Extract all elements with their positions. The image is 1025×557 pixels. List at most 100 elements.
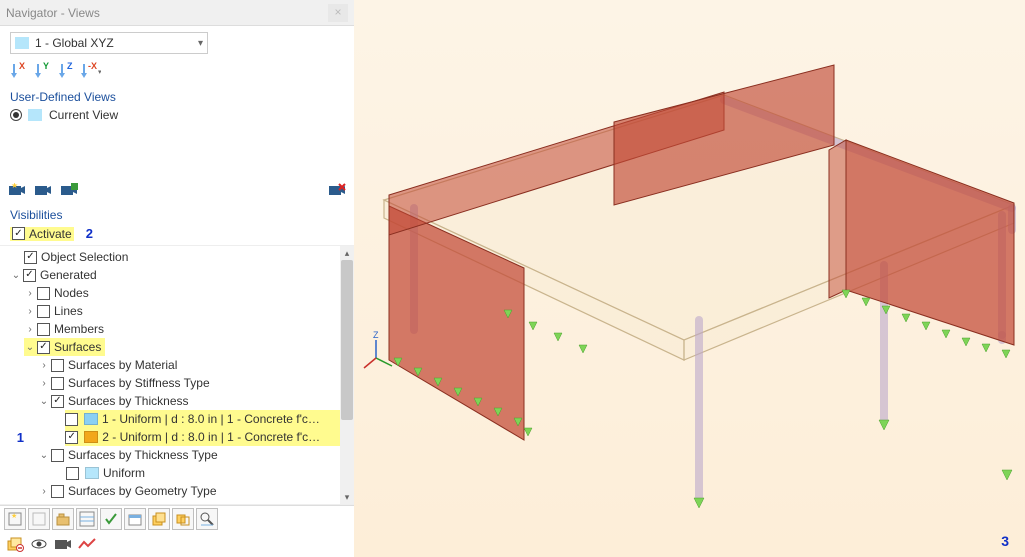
visibilities-header: Visibilities [0, 204, 354, 224]
axis-toolbar: X Y Z -X▾ [0, 58, 354, 86]
bottom-tab-toolbar [0, 531, 354, 557]
collapse-icon[interactable]: ⌄ [10, 269, 22, 281]
svg-text:Z: Z [373, 330, 379, 340]
camera-toolbar: ★ [0, 178, 354, 204]
camera-button[interactable] [32, 180, 54, 200]
chevron-down-icon: ▾ [198, 38, 203, 49]
checkbox[interactable] [51, 395, 64, 408]
scroll-down-icon[interactable]: ▾ [340, 490, 354, 504]
collapse-icon[interactable]: ⌄ [38, 395, 50, 407]
activate-checkbox[interactable] [12, 227, 25, 240]
tool-button-2[interactable] [28, 508, 50, 530]
tree-object-selection[interactable]: Object Selection [10, 248, 340, 266]
model-viewport[interactable]: Z 3 [354, 0, 1025, 557]
tree-thickness-2[interactable]: 1 2 - Uniform | d : 8.0 in | 1 - Concret… [10, 428, 340, 446]
color-swatch-icon [84, 431, 98, 443]
tool-button-4[interactable] [76, 508, 98, 530]
tree-scrollbar[interactable]: ▴ ▾ [340, 246, 354, 504]
tree-generated[interactable]: ⌄ Generated [10, 266, 340, 284]
visibility-tree: Object Selection ⌄ Generated › Nodes › [0, 246, 340, 504]
tree-thickness-1[interactable]: 1 - Uniform | d : 8.0 in | 1 - Concrete … [10, 410, 340, 428]
close-button[interactable]: × [328, 4, 348, 22]
tab-camera-button[interactable] [52, 533, 74, 555]
tree-surfaces[interactable]: ⌄ Surfaces [10, 338, 340, 356]
annotation-2: 2 [86, 226, 93, 241]
tree-surfaces-by-thickness-type[interactable]: ⌄ Surfaces by Thickness Type [10, 446, 340, 464]
axis-z-button[interactable]: Z [56, 60, 78, 80]
expand-icon[interactable]: › [24, 305, 36, 317]
tree-nodes[interactable]: › Nodes [10, 284, 340, 302]
activate-row[interactable]: Activate 2 [0, 224, 354, 245]
checkbox[interactable] [51, 377, 64, 390]
expand-icon[interactable]: › [38, 359, 50, 371]
view-swatch-icon [28, 109, 42, 121]
axis-minus-x-button[interactable]: -X▾ [80, 60, 102, 80]
titlebar: Navigator - Views × [0, 0, 354, 26]
tree-members[interactable]: › Members [10, 320, 340, 338]
checkbox[interactable] [24, 251, 37, 264]
camera-green-button[interactable] [58, 180, 80, 200]
checkbox[interactable] [51, 449, 64, 462]
expand-icon[interactable]: › [24, 323, 36, 335]
camera-delete-button[interactable] [326, 180, 348, 200]
annotation-3: 3 [1001, 533, 1009, 549]
camera-add-button[interactable]: ★ [6, 180, 28, 200]
color-swatch-icon [85, 467, 99, 479]
annotation-1: 1 [10, 430, 24, 445]
tool-button-check[interactable] [100, 508, 122, 530]
current-view-label: Current View [49, 108, 118, 122]
expand-icon[interactable]: › [38, 485, 50, 497]
checkbox[interactable] [37, 305, 50, 318]
navigator-panel: Navigator - Views × 1 - Global XYZ ▾ X Y… [0, 0, 354, 557]
checkbox[interactable] [37, 323, 50, 336]
checkbox[interactable] [37, 341, 50, 354]
dropdown-value: 1 - Global XYZ [35, 36, 114, 50]
tab-layers-button[interactable] [4, 533, 26, 555]
tree-uniform[interactable]: Uniform [10, 464, 340, 482]
tool-button-1[interactable]: ★ [4, 508, 26, 530]
expand-icon[interactable]: › [38, 377, 50, 389]
scroll-thumb[interactable] [341, 260, 353, 420]
tab-eye-button[interactable] [28, 533, 50, 555]
checkbox[interactable] [51, 485, 64, 498]
tool-button-scope[interactable] [196, 508, 218, 530]
checkbox[interactable] [65, 413, 78, 426]
checkbox[interactable] [66, 467, 79, 480]
svg-text:▾: ▾ [98, 69, 101, 76]
global-view-dropdown[interactable]: 1 - Global XYZ ▾ [10, 32, 208, 54]
tree-lines[interactable]: › Lines [10, 302, 340, 320]
checkbox[interactable] [23, 269, 36, 282]
activate-label: Activate [29, 227, 72, 241]
view-swatch-icon [15, 37, 29, 49]
tree-surfaces-by-thickness[interactable]: ⌄ Surfaces by Thickness [10, 392, 340, 410]
current-view-row[interactable]: Current View [0, 106, 354, 128]
svg-text:★: ★ [11, 512, 17, 520]
visibility-toolbar: ★ [0, 505, 354, 531]
tool-button-layers[interactable] [148, 508, 170, 530]
tool-button-overlap[interactable] [172, 508, 194, 530]
tab-chart-button[interactable] [76, 533, 98, 555]
expand-icon[interactable]: › [24, 287, 36, 299]
tree-surfaces-by-geometry[interactable]: › Surfaces by Geometry Type [10, 482, 340, 500]
checkbox[interactable] [37, 287, 50, 300]
svg-text:-X: -X [88, 61, 97, 71]
current-view-radio[interactable] [10, 109, 22, 121]
axis-y-button[interactable]: Y [32, 60, 54, 80]
tool-button-6[interactable] [124, 508, 146, 530]
svg-text:X: X [19, 61, 25, 71]
svg-text:Z: Z [67, 61, 73, 71]
tree-surfaces-by-stiffness[interactable]: › Surfaces by Stiffness Type [10, 374, 340, 392]
axis-x-button[interactable]: X [8, 60, 30, 80]
tree-surfaces-by-material[interactable]: › Surfaces by Material [10, 356, 340, 374]
scroll-up-icon[interactable]: ▴ [340, 246, 354, 260]
collapse-icon[interactable]: ⌄ [24, 341, 36, 353]
checkbox[interactable] [51, 359, 64, 372]
panel-title: Navigator - Views [6, 6, 100, 20]
user-defined-views-header: User-Defined Views [0, 86, 354, 106]
svg-text:★: ★ [11, 183, 18, 190]
model-canvas: Z [354, 0, 1025, 557]
checkbox[interactable] [65, 431, 78, 444]
svg-text:Y: Y [43, 61, 49, 71]
collapse-icon[interactable]: ⌄ [38, 449, 50, 461]
tool-button-3[interactable] [52, 508, 74, 530]
